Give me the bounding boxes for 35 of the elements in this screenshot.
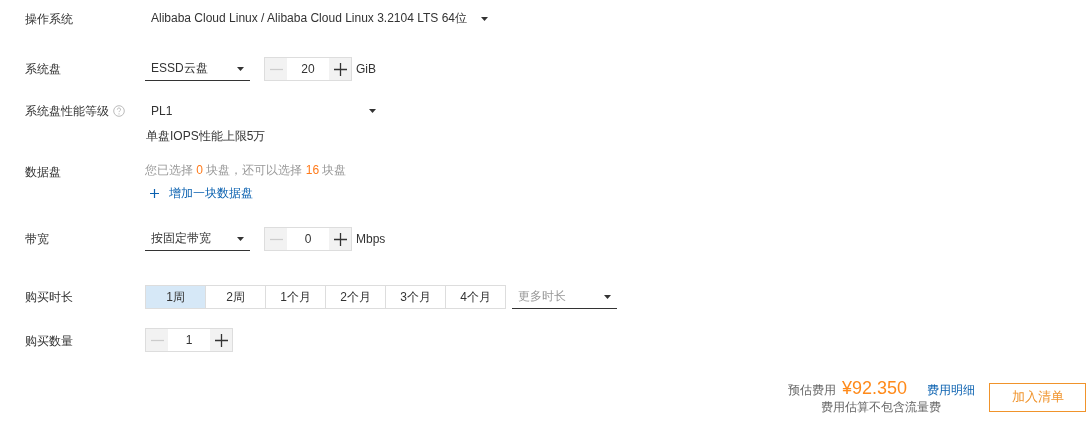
field-label: 系统盘性能等级 [25,102,109,120]
caret-icon [481,16,488,21]
caret-icon [604,294,611,299]
price-label: 预估费用 [787,382,836,399]
field-label: 带宽 [25,230,49,248]
caret-icon [237,66,244,71]
plus-icon [150,189,159,198]
unit-label: GiB [356,62,376,76]
duration-option[interactable]: 1周 [145,285,206,309]
field-label: 系统盘 [25,60,61,78]
unit-label: Mbps [356,232,386,246]
hint-text: 单盘IOPS性能上限5万 [145,128,267,145]
price-note: 费用估算不包含流量费 [821,399,942,416]
cost-detail-link[interactable]: 费用明细 [927,382,975,399]
add-disk-link[interactable]: 增加一块数据盘 [145,185,253,202]
field-label: 购买数量 [25,332,73,350]
help-icon[interactable] [113,105,125,117]
plus-icon[interactable] [210,329,232,351]
duration-option[interactable]: 3个月 [385,285,446,309]
duration-option[interactable]: 2个月 [325,285,386,309]
price-value: ¥92.350 [841,378,907,399]
field-label: 数据盘 [25,164,61,181]
duration-option[interactable]: 1个月 [265,285,326,309]
disk-count-text: 您已选择 0 块盘，还可以选择 16 块盘 [145,162,347,179]
number-stepper[interactable]: 20 [264,57,352,81]
caret-icon [237,236,244,241]
duration-option[interactable]: 4个月 [445,285,506,309]
caret-icon [369,108,376,113]
field-label: 购买时长 [25,288,73,306]
duration-option[interactable]: 2周 [205,285,266,309]
plus-icon[interactable] [329,228,351,250]
number-stepper[interactable]: 1 [145,328,233,352]
number-stepper[interactable]: 0 [264,227,352,251]
plus-icon[interactable] [329,58,351,80]
field-label: 操作系统 [25,10,73,28]
